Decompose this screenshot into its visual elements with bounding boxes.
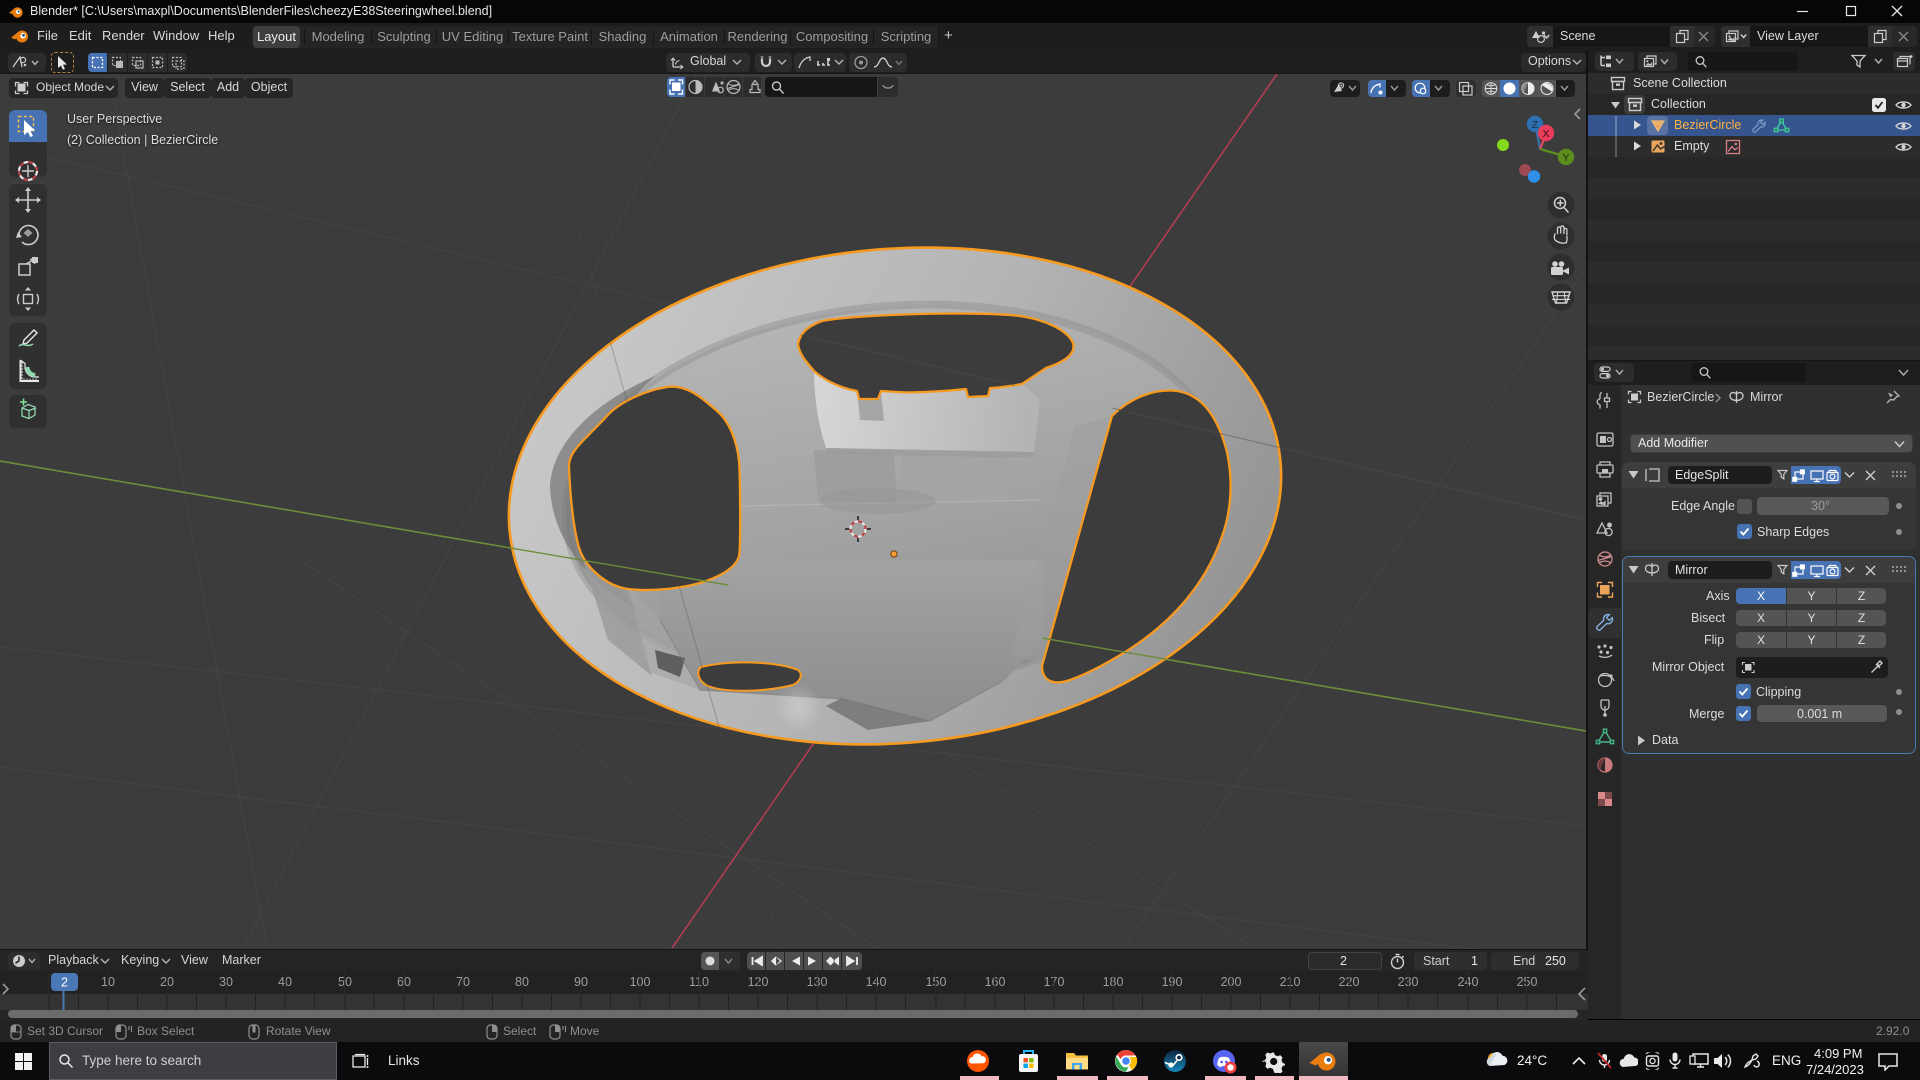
- svg-text:Z: Z: [1532, 119, 1539, 131]
- svg-text:Y: Y: [1562, 152, 1569, 164]
- svg-text:150: 150: [926, 975, 947, 989]
- svg-text:240: 240: [1458, 975, 1479, 989]
- svg-text:50: 50: [338, 975, 352, 989]
- svg-text:250: 250: [1517, 975, 1538, 989]
- svg-text:2: 2: [61, 976, 68, 990]
- svg-text:X: X: [1542, 128, 1549, 140]
